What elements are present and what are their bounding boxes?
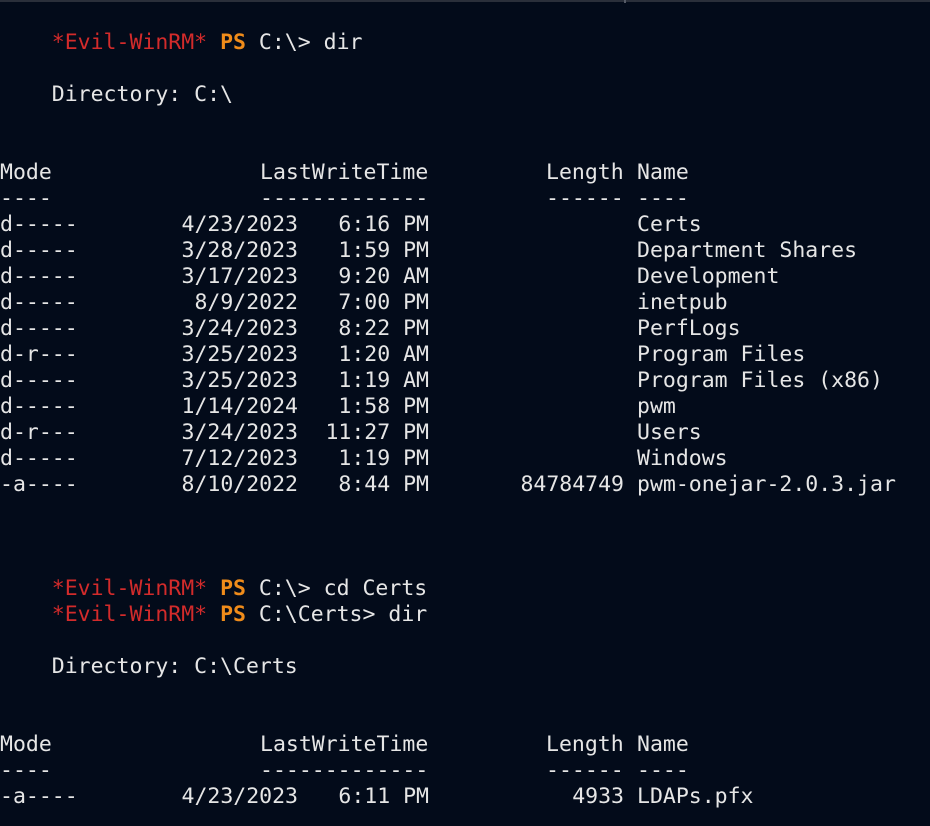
row-date: 3/28/2023: [181, 238, 299, 263]
row-date: 7/12/2023: [181, 446, 299, 471]
row-name: LDAPs.pfx: [637, 784, 754, 809]
row-mode: d-----: [0, 446, 78, 471]
separator-lastwritetime: -------------: [260, 758, 429, 783]
directory-heading-1: Directory: C:\: [0, 82, 233, 107]
terminal-window[interactable]: *Evil-WinRM* PS C:\> dir Directory: C:\ …: [0, 0, 930, 826]
command-text: dir: [388, 602, 428, 627]
prompt-line-1: *Evil-WinRM* PS C:\> dir: [0, 4, 363, 55]
window-border-notch: [624, 0, 626, 3]
row-name: Certs: [637, 212, 702, 237]
listing-1-separator-row: ---- ------------- ------ ----: [0, 186, 930, 212]
separator-name: ----: [637, 758, 689, 783]
prompt-line-3: *Evil-WinRM* PS C:\Certs> dir: [0, 576, 427, 627]
table-row: d----- 1/14/2024 1:58 PM pwm: [0, 394, 930, 420]
row-mode: -a----: [0, 472, 78, 497]
row-date: 3/24/2023: [181, 316, 299, 341]
table-row: d----- 3/24/2023 8:22 PM PerfLogs: [0, 316, 930, 342]
row-mode: d-r---: [0, 342, 78, 367]
separator-name: ----: [637, 186, 689, 211]
table-row: d----- 8/9/2022 7:00 PM inetpub: [0, 290, 930, 316]
row-date: 1/14/2024: [181, 394, 299, 419]
prompt-label: *Evil-WinRM*: [51, 602, 208, 627]
separator-length: ------: [546, 758, 624, 783]
row-time: 6:11 PM: [338, 784, 429, 809]
table-row: -a---- 4/23/2023 6:11 PM 4933 LDAPs.pfx: [0, 784, 930, 810]
separator-mode: ----: [0, 758, 52, 783]
table-row: d-r--- 3/24/2023 11:27 PM Users: [0, 420, 930, 446]
header-mode: Mode: [0, 732, 52, 757]
row-length: 84784749: [520, 472, 624, 497]
row-date: 4/23/2023: [181, 784, 299, 809]
row-time: 1:58 PM: [338, 394, 429, 419]
row-date: 8/9/2022: [194, 290, 298, 315]
row-mode: d-----: [0, 368, 78, 393]
row-date: 8/10/2022: [181, 472, 299, 497]
row-time: 7:00 PM: [338, 290, 429, 315]
row-name: Users: [637, 420, 702, 445]
row-name: PerfLogs: [637, 316, 741, 341]
row-time: 1:19 AM: [338, 368, 429, 393]
row-date: 3/25/2023: [181, 368, 299, 393]
row-name: Program Files (x86): [637, 368, 883, 393]
listing-1-header-row: Mode LastWriteTime Length Name: [0, 160, 930, 186]
header-lastwritetime: LastWriteTime: [260, 732, 429, 757]
separator-lastwritetime: -------------: [260, 186, 429, 211]
table-row: -a---- 8/10/2022 8:44 PM 84784749 pwm-onejar…: [0, 472, 930, 498]
row-name: Development: [637, 264, 780, 289]
separator-length: ------: [546, 186, 624, 211]
table-row: d----- 3/28/2023 1:59 PM Department Shares: [0, 238, 930, 264]
table-row: d----- 3/25/2023 1:19 AM Program Files (x86…: [0, 368, 930, 394]
separator-mode: ----: [0, 186, 52, 211]
row-name: Program Files: [637, 342, 806, 367]
row-time: 1:19 PM: [338, 446, 429, 471]
prompt-path: C:\Certs>: [258, 602, 376, 627]
row-date: 4/23/2023: [181, 212, 299, 237]
row-time: 8:22 PM: [338, 316, 429, 341]
prompt-shell: PS: [220, 30, 246, 55]
header-name: Name: [637, 732, 689, 757]
row-date: 3/25/2023: [181, 342, 299, 367]
row-time: 6:16 PM: [338, 212, 429, 237]
row-name: pwm: [637, 394, 676, 419]
header-lastwritetime: LastWriteTime: [260, 160, 429, 185]
row-mode: d-----: [0, 316, 78, 341]
header-mode: Mode: [0, 160, 52, 185]
row-mode: d-----: [0, 238, 78, 263]
row-mode: -a----: [0, 784, 78, 809]
prompt-line-2: *Evil-WinRM* PS C:\> cd Certs: [0, 550, 427, 601]
table-row: d----- 3/17/2023 9:20 AM Development: [0, 264, 930, 290]
row-name: Department Shares: [637, 238, 858, 263]
command-text: dir: [323, 30, 363, 55]
header-name: Name: [637, 160, 689, 185]
header-length: Length: [546, 732, 624, 757]
table-row: d----- 4/23/2023 6:16 PM Certs: [0, 212, 930, 238]
prompt-path: C:\>: [258, 30, 311, 55]
row-mode: d-----: [0, 264, 78, 289]
row-mode: d-----: [0, 394, 78, 419]
row-time: 8:44 PM: [338, 472, 429, 497]
window-top-border: [0, 0, 930, 2]
row-time: 1:20 AM: [338, 342, 429, 367]
header-length: Length: [546, 160, 624, 185]
prompt-shell: PS: [220, 602, 246, 627]
row-time: 11:27 PM: [325, 420, 429, 445]
row-length: 4933: [572, 784, 624, 809]
row-name: pwm-onejar-2.0.3.jar: [637, 472, 896, 497]
listing-2-header-row: Mode LastWriteTime Length Name: [0, 732, 930, 758]
row-mode: d-----: [0, 212, 78, 237]
row-mode: d-r---: [0, 420, 78, 445]
row-mode: d-----: [0, 290, 78, 315]
row-name: inetpub: [637, 290, 728, 315]
row-time: 9:20 AM: [338, 264, 429, 289]
directory-heading-2: Directory: C:\Certs: [0, 654, 298, 679]
listing-2-separator-row: ---- ------------- ------ ----: [0, 758, 930, 784]
table-row: d----- 7/12/2023 1:19 PM Windows: [0, 446, 930, 472]
row-date: 3/17/2023: [181, 264, 299, 289]
row-name: Windows: [637, 446, 728, 471]
table-row: d-r--- 3/25/2023 1:20 AM Program Files: [0, 342, 930, 368]
prompt-label: *Evil-WinRM*: [51, 30, 208, 55]
row-time: 1:59 PM: [338, 238, 429, 263]
row-date: 3/24/2023: [181, 420, 299, 445]
